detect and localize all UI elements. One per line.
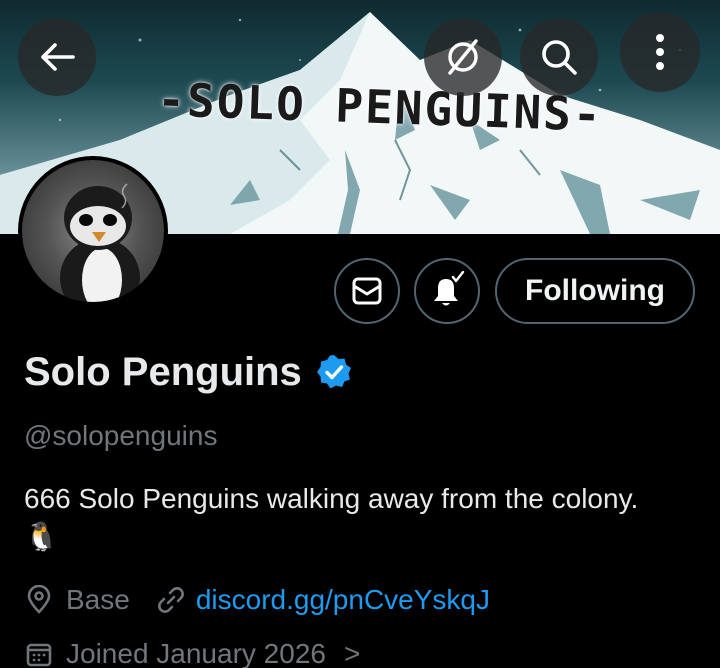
- profile-meta-row: Base discord.gg/pnCveYskqJ: [24, 580, 490, 620]
- search-button[interactable]: [520, 18, 598, 96]
- penguin-avatar-icon: [60, 183, 140, 302]
- verified-badge-icon[interactable]: [316, 354, 352, 390]
- search-icon: [542, 40, 577, 75]
- calendar-icon: [26, 643, 52, 667]
- following-button[interactable]: Following: [495, 258, 695, 324]
- avatar[interactable]: [18, 156, 168, 306]
- more-options-button[interactable]: [620, 12, 700, 92]
- profile-bio: 666 Solo Penguins walking away from the …: [24, 483, 639, 552]
- name-row: Solo Penguins: [24, 348, 352, 396]
- profile-handle: @solopenguins: [24, 420, 218, 451]
- bell-check-icon: [434, 271, 465, 306]
- profile-location: Base: [66, 584, 130, 615]
- message-button[interactable]: [334, 258, 400, 324]
- link-icon: [157, 587, 184, 613]
- profile-joined-date: Joined January 2026: [66, 638, 326, 668]
- display-name: Solo Penguins: [24, 349, 302, 394]
- notifications-button[interactable]: [414, 258, 480, 324]
- profile-website-link[interactable]: discord.gg/pnCveYskqJ: [196, 584, 490, 616]
- location-pin-icon: [27, 585, 51, 614]
- joined-row[interactable]: Joined January 2026 >: [24, 634, 360, 668]
- vertical-dots-icon: [656, 34, 664, 70]
- chevron-right-icon: >: [343, 638, 361, 668]
- slashed-circle-icon: [448, 39, 478, 75]
- grok-button[interactable]: [424, 18, 502, 96]
- avatar-image: [22, 160, 164, 302]
- envelope-icon: [352, 277, 382, 305]
- back-button[interactable]: [18, 18, 96, 96]
- arrow-left-icon: [41, 43, 75, 71]
